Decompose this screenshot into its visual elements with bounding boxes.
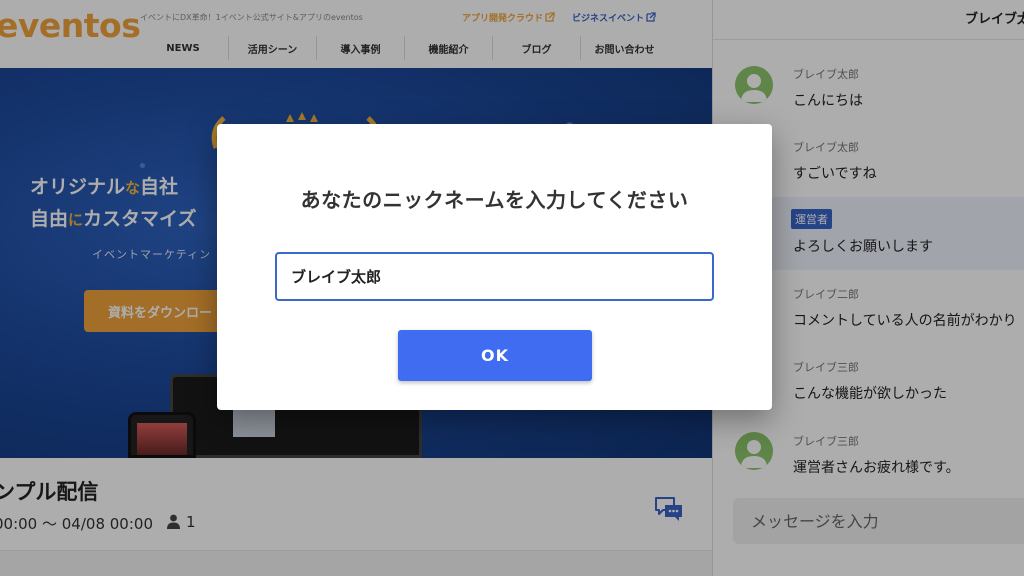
nickname-dialog: あなたのニックネームを入力してください OK	[217, 124, 772, 410]
dialog-title: あなたのニックネームを入力してください	[300, 188, 689, 212]
nickname-input[interactable]	[275, 252, 714, 301]
ok-button[interactable]: OK	[398, 330, 592, 381]
